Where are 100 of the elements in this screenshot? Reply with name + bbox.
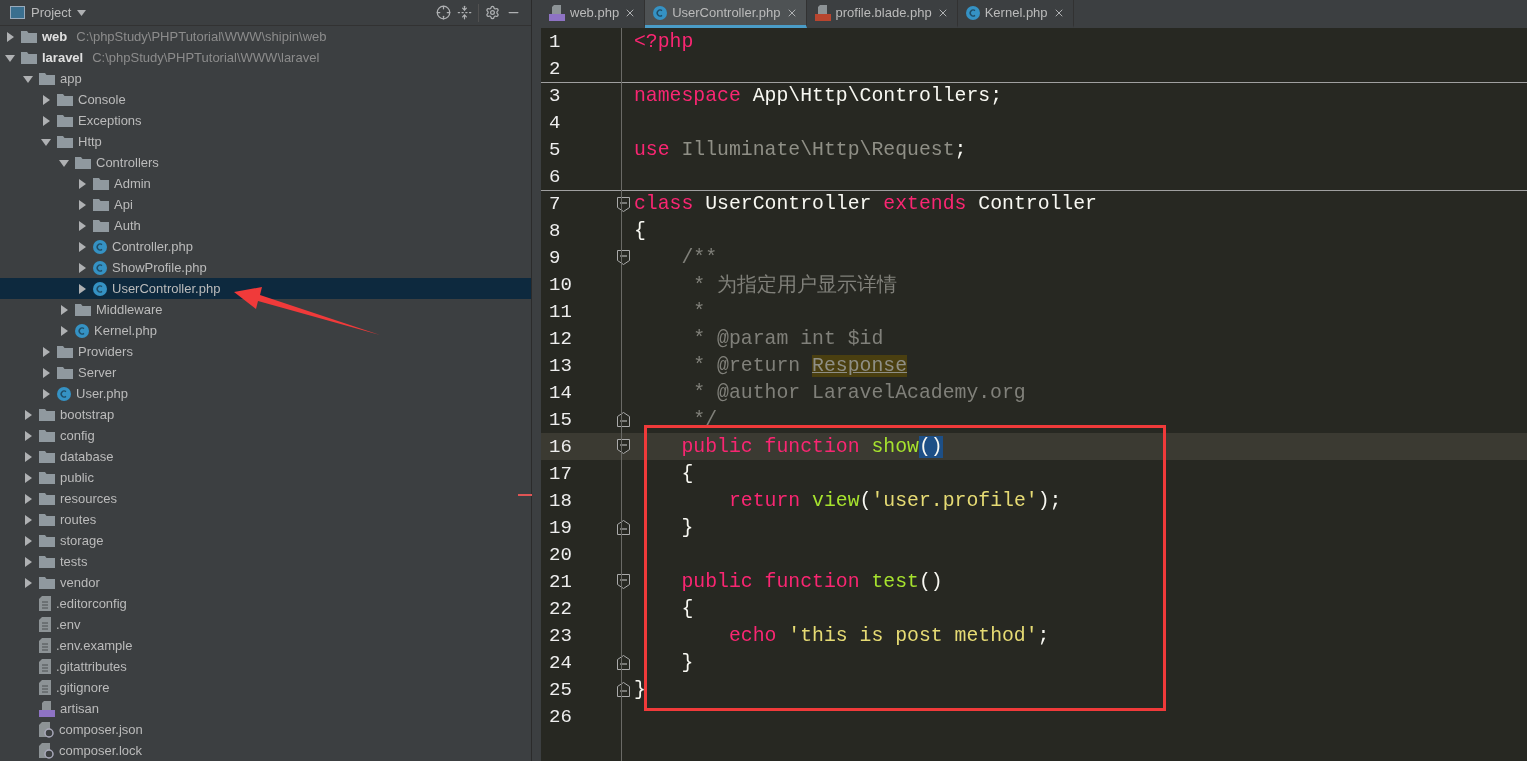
code-line: } xyxy=(680,516,694,539)
tree-item[interactable]: app xyxy=(0,68,531,89)
collapsed-arrow-icon[interactable] xyxy=(40,387,52,400)
collapsed-arrow-icon[interactable] xyxy=(22,513,34,526)
folder-icon xyxy=(21,30,37,43)
tree-item-label: tests xyxy=(60,554,88,569)
tree-item-label: Auth xyxy=(114,218,141,233)
error-stripe-mark xyxy=(518,494,532,496)
tree-item[interactable]: public xyxy=(0,467,531,488)
code-line: { xyxy=(634,219,646,242)
collapsed-arrow-icon[interactable] xyxy=(58,324,70,337)
tree-item[interactable]: .editorconfig xyxy=(0,593,531,614)
collapsed-arrow-icon[interactable] xyxy=(76,261,88,274)
tree-item[interactable]: ShowProfile.php xyxy=(0,257,531,278)
tree-item[interactable]: Providers xyxy=(0,341,531,362)
dropdown-caret-icon[interactable] xyxy=(77,9,87,16)
code-line: namespace App\Http\Controllers; xyxy=(634,85,1002,107)
tree-item[interactable]: User.php xyxy=(0,383,531,404)
tree-item[interactable]: vendor xyxy=(0,572,531,593)
tree-item[interactable]: Controllers xyxy=(0,152,531,173)
line-number: 25 xyxy=(548,678,573,701)
collapsed-arrow-icon[interactable] xyxy=(22,408,34,421)
folder-icon xyxy=(39,492,55,505)
class-file-icon xyxy=(965,5,980,20)
tree-item[interactable]: Console xyxy=(0,89,531,110)
tree-item[interactable]: .env xyxy=(0,614,531,635)
tree-item-label: UserController.php xyxy=(112,281,221,296)
tree-item[interactable]: Auth xyxy=(0,215,531,236)
panel-title[interactable]: Project xyxy=(31,5,72,20)
tree-item-label: .gitignore xyxy=(56,680,110,695)
class-file-icon xyxy=(653,5,668,20)
tree-item-label: artisan xyxy=(60,701,100,716)
line-number: 10 xyxy=(548,273,573,296)
code-line: /** xyxy=(680,246,718,269)
collapsed-arrow-icon[interactable] xyxy=(22,576,34,589)
collapsed-arrow-icon[interactable] xyxy=(40,366,52,379)
tree-item-label: .editorconfig xyxy=(56,596,127,611)
tree-item[interactable]: .env.example xyxy=(0,635,531,656)
tree-item[interactable]: routes xyxy=(0,509,531,530)
tree-item[interactable]: UserController.php xyxy=(0,278,531,299)
settings-icon[interactable] xyxy=(485,5,500,20)
tree-item[interactable]: Controller.php xyxy=(0,236,531,257)
text-file-icon xyxy=(39,596,51,611)
line-number: 14 xyxy=(548,381,573,404)
collapse-all-icon[interactable] xyxy=(457,5,472,20)
text-file-icon xyxy=(39,617,51,632)
tree-item-label: bootstrap xyxy=(60,407,115,422)
collapsed-arrow-icon[interactable] xyxy=(76,219,88,232)
collapsed-arrow-icon[interactable] xyxy=(40,345,52,358)
line-number: 1 xyxy=(548,30,562,53)
class-file-icon xyxy=(93,239,107,254)
tree-item[interactable]: bootstrap xyxy=(0,404,531,425)
collapsed-arrow-icon[interactable] xyxy=(58,303,70,316)
folder-icon xyxy=(57,114,73,127)
tree-item[interactable]: config xyxy=(0,425,531,446)
line-number: 15 xyxy=(548,408,573,431)
collapsed-arrow-icon[interactable] xyxy=(22,471,34,484)
collapsed-arrow-icon[interactable] xyxy=(40,114,52,127)
tree-item[interactable]: composer.lock xyxy=(0,740,531,761)
tree-item[interactable]: Middleware xyxy=(0,299,531,320)
tree-item-label: Api xyxy=(114,197,133,212)
line-number: 23 xyxy=(548,624,573,647)
editor-tab[interactable]: UserController.php xyxy=(645,0,807,28)
tree-item[interactable]: Admin xyxy=(0,173,531,194)
tree-item[interactable]: Exceptions xyxy=(0,110,531,131)
collapsed-arrow-icon[interactable] xyxy=(76,282,88,295)
collapsed-arrow-icon[interactable] xyxy=(76,240,88,253)
tree-item[interactable]: Kernel.php xyxy=(0,320,531,341)
tree-item[interactable]: Api xyxy=(0,194,531,215)
tree-item[interactable]: .gitignore xyxy=(0,677,531,698)
tree-item[interactable]: composer.json xyxy=(0,719,531,740)
tree-item[interactable]: .gitattributes xyxy=(0,656,531,677)
code-line: echo 'this is post method'; xyxy=(727,624,1050,647)
collapsed-arrow-icon[interactable] xyxy=(22,492,34,505)
project-path: C:\phpStudy\PHPTutorial\WWW\laravel xyxy=(92,50,320,65)
collapsed-arrow-icon[interactable] xyxy=(40,93,52,106)
folder-icon xyxy=(57,93,73,106)
collapsed-arrow-icon[interactable] xyxy=(22,534,34,547)
collapsed-arrow-icon[interactable] xyxy=(22,555,34,568)
code-line: class UserController extends Controller xyxy=(634,193,1097,215)
collapsed-arrow-icon[interactable] xyxy=(76,198,88,211)
folder-icon xyxy=(21,51,37,64)
tree-item[interactable]: artisan xyxy=(0,698,531,719)
collapsed-arrow-icon[interactable] xyxy=(22,429,34,442)
tree-item[interactable]: database xyxy=(0,446,531,467)
locate-icon[interactable] xyxy=(436,5,451,20)
tree-item[interactable]: laravel C:\phpStudy\PHPTutorial\WWW\laravel xyxy=(0,47,531,68)
collapsed-arrow-icon[interactable] xyxy=(76,177,88,190)
collapsed-arrow-icon[interactable] xyxy=(4,30,16,43)
tree-item[interactable]: Http xyxy=(0,131,531,152)
tree-item-label: public xyxy=(60,470,94,485)
tree-item[interactable]: web C:\phpStudy\PHPTutorial\WWW\shipin\web xyxy=(0,26,531,47)
tree-item[interactable]: Server xyxy=(0,362,531,383)
tree-item[interactable]: resources xyxy=(0,488,531,509)
text-file-icon xyxy=(39,659,51,674)
code-line: public function show() xyxy=(680,435,943,458)
line-number: 4 xyxy=(548,111,562,134)
collapsed-arrow-icon[interactable] xyxy=(22,450,34,463)
tree-item[interactable]: tests xyxy=(0,551,531,572)
tree-item[interactable]: storage xyxy=(0,530,531,551)
